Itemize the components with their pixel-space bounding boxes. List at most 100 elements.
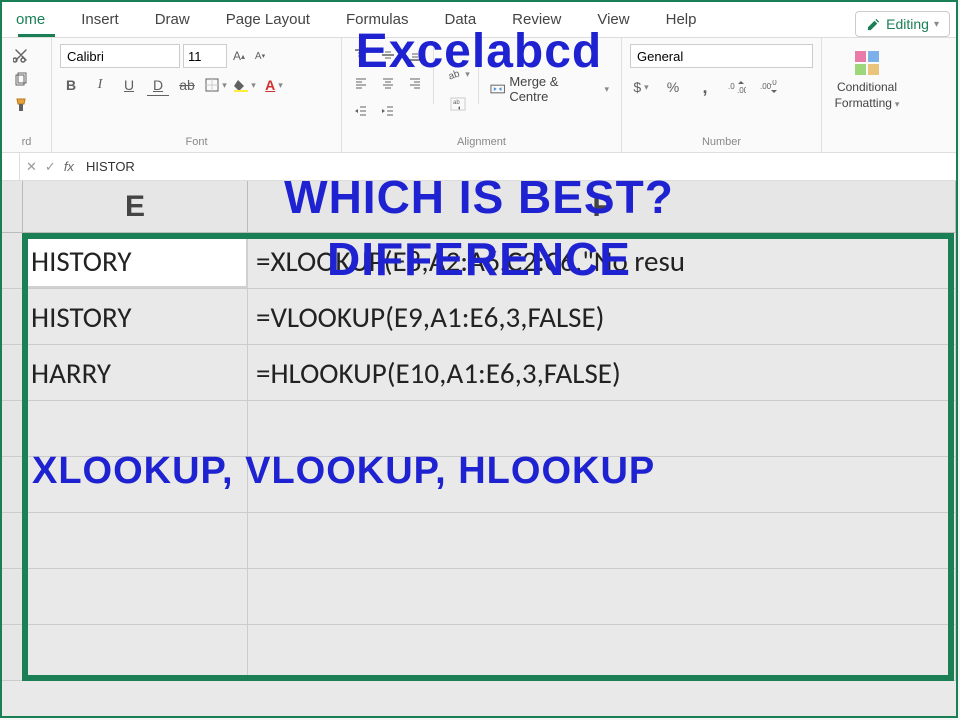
cell-F[interactable]: =XLOOKUP(E8,A2:A6,C2:C6,"No resu	[248, 233, 956, 288]
align-middle-icon	[381, 48, 395, 62]
cell-E[interactable]	[23, 401, 248, 456]
wrap-icon: ab	[450, 96, 466, 112]
inc-decimal-icon: .0.00	[728, 80, 746, 94]
align-right-button[interactable]	[404, 72, 426, 94]
pencil-icon	[866, 17, 881, 32]
row-header[interactable]	[2, 513, 23, 568]
align-right-icon	[408, 76, 422, 90]
cell-E[interactable]	[23, 625, 248, 680]
row-header[interactable]	[2, 625, 23, 680]
increase-indent-button[interactable]	[377, 100, 399, 122]
select-all-corner[interactable]	[2, 181, 23, 232]
fill-color-button[interactable]	[234, 74, 256, 96]
double-underline-button[interactable]: D	[147, 74, 169, 96]
name-box[interactable]	[2, 153, 20, 180]
table-row	[2, 401, 956, 457]
row-header[interactable]	[2, 345, 23, 400]
cell-F[interactable]: =HLOOKUP(E10,A1:E6,3,FALSE)	[248, 345, 956, 400]
font-color-button[interactable]: A	[263, 74, 285, 96]
number-group-label: Number	[630, 134, 813, 152]
cell-E[interactable]	[23, 457, 248, 512]
table-row: HARRY=HLOOKUP(E10,A1:E6,3,FALSE)	[2, 345, 956, 401]
cell-E[interactable]: HARRY	[23, 345, 248, 400]
wrap-text-button[interactable]: ab	[445, 93, 471, 115]
tab-home[interactable]: ome	[10, 4, 63, 37]
spreadsheet: E F HISTORY=XLOOKUP(E8,A2:A6,C2:C6,"No r…	[2, 181, 956, 716]
merge-center-button[interactable]: Merge & Centre	[486, 44, 613, 134]
currency-button[interactable]: $	[630, 76, 652, 98]
bold-button[interactable]: B	[60, 74, 82, 96]
tab-view[interactable]: View	[579, 4, 647, 37]
editing-label: Editing	[886, 16, 929, 32]
tab-page-layout[interactable]: Page Layout	[208, 4, 328, 37]
row-header[interactable]	[2, 457, 23, 512]
row-header[interactable]	[2, 289, 23, 344]
tab-help[interactable]: Help	[648, 4, 715, 37]
row-header[interactable]	[2, 401, 23, 456]
tab-formulas[interactable]: Formulas	[328, 4, 427, 37]
cond-format-icon	[853, 49, 881, 77]
strikethrough-button[interactable]: ab	[176, 74, 198, 96]
borders-button[interactable]	[205, 74, 227, 96]
decrease-indent-button[interactable]	[350, 100, 372, 122]
cell-F[interactable]	[248, 401, 956, 456]
align-left-button[interactable]	[350, 72, 372, 94]
font-name-select[interactable]	[60, 44, 180, 68]
underline-button[interactable]: U	[118, 74, 140, 96]
format-painter-button[interactable]	[10, 94, 32, 116]
align-center-button[interactable]	[377, 72, 399, 94]
number-format-select[interactable]	[630, 44, 813, 68]
table-row: HISTORY=XLOOKUP(E8,A2:A6,C2:C6,"No resu	[2, 233, 956, 289]
copy-button[interactable]	[10, 69, 32, 91]
row-header[interactable]	[2, 569, 23, 624]
decrease-font-button[interactable]: A▾	[251, 47, 269, 65]
outdent-icon	[354, 104, 368, 118]
comma-button[interactable]: ,	[694, 76, 716, 98]
svg-text:.00: .00	[737, 86, 746, 94]
increase-font-button[interactable]: A▴	[230, 47, 248, 65]
cell-E[interactable]: HISTORY	[23, 233, 248, 288]
tab-insert[interactable]: Insert	[63, 4, 137, 37]
cut-button[interactable]	[10, 44, 32, 66]
align-bottom-button[interactable]	[404, 44, 426, 66]
cell-F[interactable]	[248, 569, 956, 624]
table-row	[2, 569, 956, 625]
decrease-decimal-button[interactable]: .00.0	[758, 76, 780, 98]
svg-text:ab: ab	[447, 68, 462, 82]
accept-formula-button[interactable]: ✓	[45, 159, 56, 175]
formula-input[interactable]: HISTOR	[80, 159, 956, 174]
align-top-button[interactable]	[350, 44, 372, 66]
svg-text:.0: .0	[728, 82, 735, 91]
cell-F[interactable]	[248, 625, 956, 680]
cell-E[interactable]	[23, 569, 248, 624]
cell-F[interactable]: =VLOOKUP(E9,A1:E6,3,FALSE)	[248, 289, 956, 344]
row-header[interactable]	[2, 233, 23, 288]
column-header-E[interactable]: E	[23, 181, 248, 232]
font-group-label: Font	[60, 134, 333, 152]
ribbon-tabs: ome Insert Draw Page Layout Formulas Dat…	[2, 2, 956, 38]
increase-decimal-button[interactable]: .0.00	[726, 76, 748, 98]
tab-review[interactable]: Review	[494, 4, 579, 37]
cond-label2: Formatting	[835, 97, 900, 111]
dec-decimal-icon: .00.0	[760, 80, 778, 94]
cancel-formula-button[interactable]: ✕	[26, 159, 37, 175]
svg-text:.0: .0	[770, 80, 777, 87]
align-top-icon	[354, 48, 368, 62]
cell-E[interactable]: HISTORY	[23, 289, 248, 344]
column-header-F[interactable]: F	[248, 181, 956, 232]
tab-data[interactable]: Data	[426, 4, 494, 37]
tab-draw[interactable]: Draw	[137, 4, 208, 37]
font-size-select[interactable]	[183, 44, 227, 68]
align-left-icon	[354, 76, 368, 90]
orientation-button[interactable]: ab	[445, 63, 471, 85]
align-middle-button[interactable]	[377, 44, 399, 66]
percent-button[interactable]: %	[662, 76, 684, 98]
cell-E[interactable]	[23, 513, 248, 568]
cell-F[interactable]	[248, 513, 956, 568]
editing-mode-button[interactable]: Editing ▾	[855, 11, 950, 37]
italic-button[interactable]: I	[89, 74, 111, 96]
conditional-formatting-button[interactable]: Conditional Formatting	[830, 44, 904, 115]
fx-button[interactable]: fx	[64, 159, 74, 174]
column-headers: E F	[2, 181, 956, 233]
cell-F[interactable]	[248, 457, 956, 512]
